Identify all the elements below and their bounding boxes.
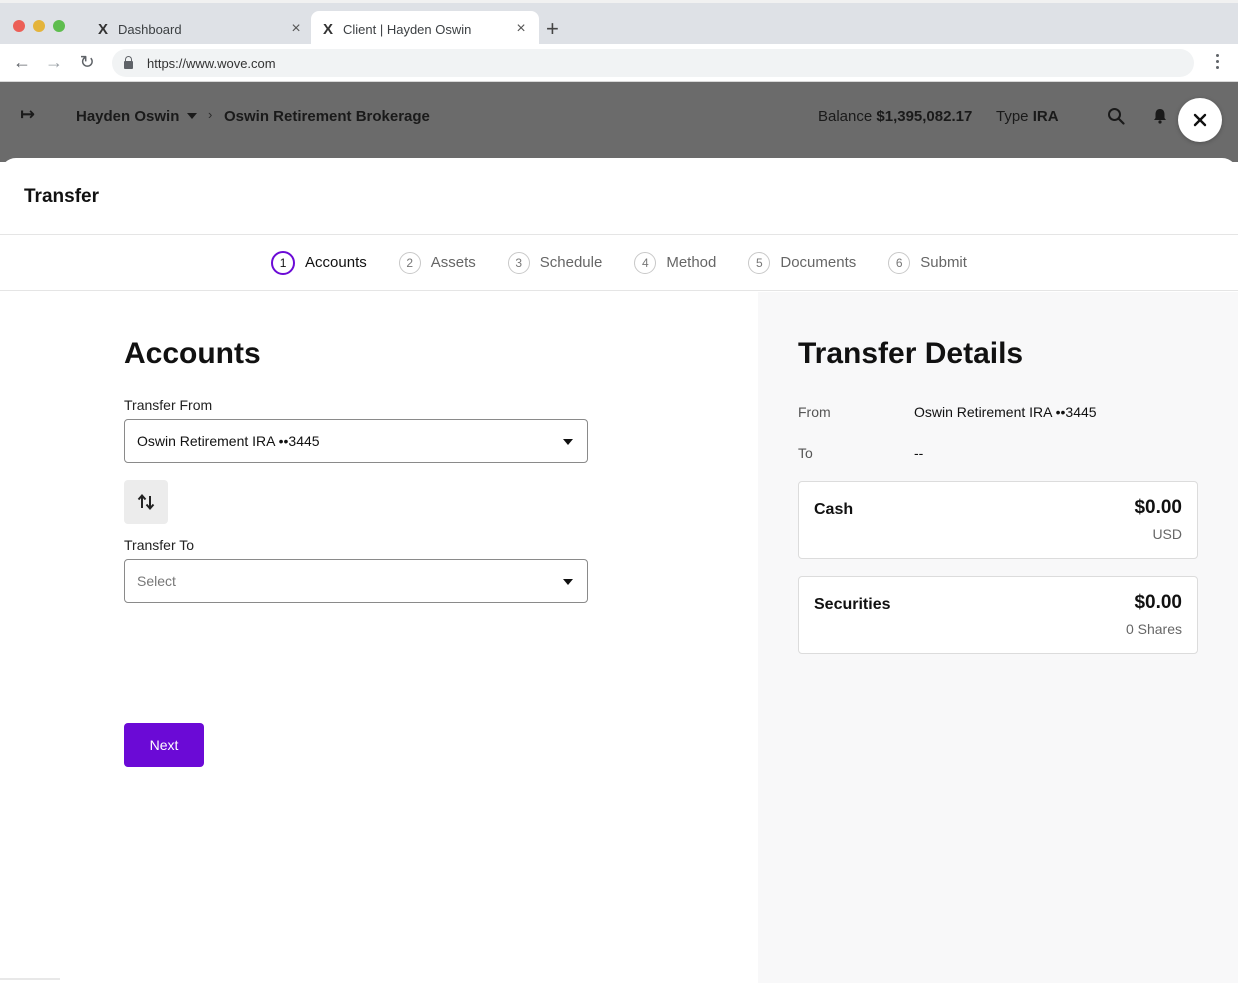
step-label: Documents (780, 254, 857, 271)
transfer-from-select[interactable]: Oswin Retirement IRA ••3445 (124, 419, 588, 463)
transfer-to-select[interactable]: Select (124, 559, 588, 603)
browser-tab-client[interactable]: X Client | Hayden Oswin × (311, 11, 539, 47)
securities-amount: $0.00 (1134, 592, 1182, 613)
close-modal-button[interactable] (1178, 98, 1222, 142)
balance-label: Balance (818, 108, 873, 125)
balance-display: Balance $1,395,082.17 (818, 108, 972, 125)
lock-icon (124, 55, 133, 69)
type-label: Type (996, 108, 1029, 125)
type-value: IRA (1032, 108, 1059, 125)
to-key: To (798, 445, 813, 461)
dropdown-caret-icon (563, 439, 573, 445)
step-number: 1 (271, 250, 296, 275)
step-schedule[interactable]: 3 Schedule (507, 251, 603, 274)
step-number: 2 (398, 251, 421, 274)
expand-sidebar-icon[interactable]: ↦ (20, 104, 35, 125)
from-value: Oswin Retirement IRA ••3445 (914, 404, 1097, 420)
step-label: Submit (920, 254, 967, 271)
step-submit[interactable]: 6 Submit (888, 251, 967, 274)
cash-amount: $0.00 (1134, 497, 1182, 518)
step-label: Schedule (539, 254, 603, 271)
tab-title: Client | Hayden Oswin (343, 21, 472, 37)
section-title: Accounts (124, 337, 261, 370)
wove-logo-icon: X (97, 20, 108, 38)
account-name[interactable]: Oswin Retirement Brokerage (224, 108, 430, 125)
securities-card: Securities $0.00 0 Shares (798, 576, 1198, 654)
modal-title: Transfer (24, 186, 99, 207)
divider (0, 978, 60, 980)
cash-currency: USD (1152, 526, 1182, 542)
step-accounts[interactable]: 1 Accounts (271, 250, 367, 275)
transfer-to-label: Transfer To (124, 537, 195, 553)
new-tab-button[interactable]: + (546, 17, 559, 41)
search-icon[interactable] (1107, 107, 1125, 125)
transfer-details-panel: Transfer Details From Oswin Retirement I… (758, 292, 1238, 983)
details-title: Transfer Details (798, 337, 1024, 370)
url-input[interactable]: https://www.wove.com (112, 49, 1194, 77)
next-button[interactable]: Next (124, 723, 204, 767)
step-label: Method (666, 254, 717, 271)
tab-title: Dashboard (118, 21, 182, 37)
transfer-from-label: Transfer From (124, 397, 213, 413)
securities-label: Securities (814, 596, 891, 613)
client-name[interactable]: Hayden Oswin (76, 108, 179, 125)
account-type-display: Type IRA (996, 108, 1059, 125)
step-assets[interactable]: 2 Assets (398, 251, 476, 274)
browser-tab-bar: X Dashboard × X Client | Hayden Oswin × … (0, 0, 1238, 47)
window-close-button[interactable] (13, 20, 25, 32)
browser-menu-icon[interactable] (1216, 54, 1220, 72)
app-header: ↦ Hayden Oswin › Oswin Retirement Broker… (0, 82, 1238, 162)
from-key: From (798, 404, 831, 420)
transfer-to-placeholder: Select (137, 573, 176, 589)
step-number: 5 (748, 251, 771, 274)
forward-arrow-icon[interactable]: → (44, 52, 64, 72)
step-number: 6 (888, 251, 911, 274)
transfer-modal: Transfer 1 Accounts 2 Assets 3 Schedule … (0, 158, 1238, 983)
swap-accounts-button[interactable] (124, 480, 168, 524)
bell-icon[interactable] (1151, 107, 1169, 125)
accounts-panel: Accounts Transfer From Oswin Retirement … (0, 292, 758, 983)
balance-value: $1,395,082.17 (876, 108, 973, 125)
step-number: 4 (634, 251, 657, 274)
browser-address-bar: ← → ↻ https://www.wove.com (0, 44, 1238, 82)
tab-close-icon[interactable]: × (513, 20, 529, 38)
to-value: -- (914, 445, 924, 461)
step-label: Assets (430, 254, 476, 271)
swap-arrows-icon (137, 493, 155, 511)
chevron-down-icon[interactable] (187, 113, 197, 119)
tab-close-icon[interactable]: × (288, 20, 304, 38)
window-minimize-button[interactable] (33, 20, 45, 32)
step-method[interactable]: 4 Method (634, 251, 717, 274)
breadcrumb-separator-icon: › (208, 107, 213, 122)
cash-card: Cash $0.00 USD (798, 481, 1198, 559)
back-arrow-icon[interactable]: ← (12, 52, 32, 72)
transfer-from-value: Oswin Retirement IRA ••3445 (137, 433, 320, 449)
url-text: https://www.wove.com (147, 55, 276, 71)
securities-shares: 0 Shares (1125, 621, 1182, 637)
step-number: 3 (507, 251, 530, 274)
cash-label: Cash (814, 501, 854, 518)
browser-tab-dashboard[interactable]: X Dashboard × (86, 11, 314, 47)
stepper: 1 Accounts 2 Assets 3 Schedule 4 Method … (0, 235, 1238, 291)
reload-icon[interactable]: ↻ (77, 52, 97, 72)
step-documents[interactable]: 5 Documents (748, 251, 857, 274)
wove-logo-icon: X (322, 20, 333, 38)
dropdown-caret-icon (563, 579, 573, 585)
step-label: Accounts (305, 254, 367, 271)
window-maximize-button[interactable] (53, 20, 65, 32)
close-icon (1193, 113, 1207, 127)
